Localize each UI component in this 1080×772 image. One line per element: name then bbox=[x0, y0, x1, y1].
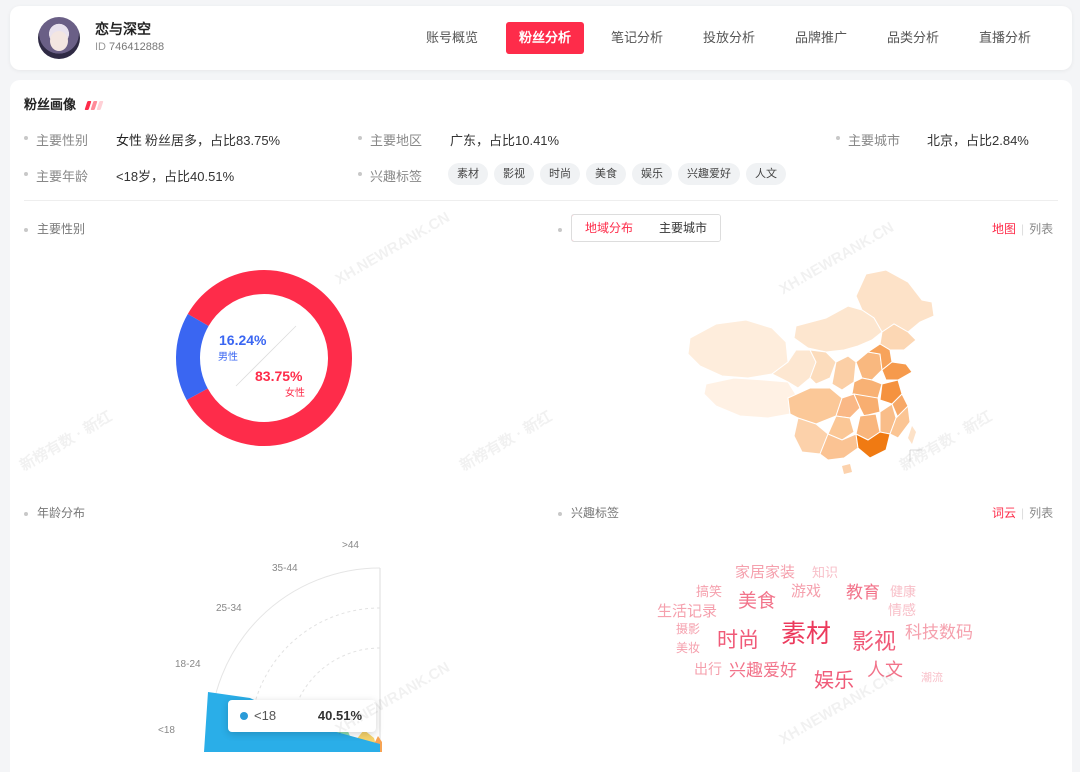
male-label: 男性 bbox=[218, 352, 238, 363]
age-tick-18-24: 18-24 bbox=[175, 659, 201, 670]
cloud-word[interactable]: 科技数码 bbox=[905, 618, 973, 643]
cloud-word[interactable]: 健康 bbox=[890, 581, 916, 600]
age-tick-25-34: 25-34 bbox=[216, 603, 242, 614]
cloud-word[interactable]: 兴趣爱好 bbox=[729, 656, 797, 681]
main-city-value: 北京，占比2.84% bbox=[927, 133, 1029, 148]
tab-region-distribution[interactable]: 地域分布 bbox=[572, 215, 648, 241]
interest-tag: 素材 bbox=[448, 163, 488, 185]
interest-tag-list: 素材 影视 时尚 美食 娱乐 兴趣爱好 人文 bbox=[448, 163, 786, 185]
tooltip-label: <18 bbox=[254, 708, 277, 723]
interest-tag: 兴趣爱好 bbox=[678, 163, 740, 185]
age-tick-lt18: <18 bbox=[158, 725, 175, 736]
cloud-word[interactable]: 摄影 bbox=[676, 620, 700, 637]
cloud-word[interactable]: 人文 bbox=[867, 656, 903, 682]
age-tooltip: <18 40.51% bbox=[228, 700, 376, 732]
interest-list-view-button[interactable]: 列表 bbox=[1029, 506, 1053, 520]
age-panel-label: 年龄分布 bbox=[24, 504, 85, 521]
cloud-word[interactable]: 游戏 bbox=[791, 580, 821, 601]
summary-main-region: 主要地区 广东，占比10.41% bbox=[358, 130, 678, 150]
main-region-value: 广东，占比10.41% bbox=[450, 133, 560, 148]
tab-main-city[interactable]: 主要城市 bbox=[646, 215, 721, 241]
section-title: 粉丝画像 bbox=[24, 94, 104, 113]
cloud-word[interactable]: 教育 bbox=[846, 578, 880, 603]
wordcloud-view-button[interactable]: 词云 bbox=[992, 506, 1016, 520]
tab-live-analysis[interactable]: 直播分析 bbox=[968, 22, 1042, 54]
region-panel-dot bbox=[558, 222, 571, 236]
title-decoration-icon bbox=[84, 98, 104, 113]
cloud-word[interactable]: 家居家装 bbox=[735, 561, 795, 582]
summary-interest: 兴趣标签 bbox=[358, 166, 448, 186]
cloud-word[interactable]: 知识 bbox=[812, 562, 838, 581]
tab-account-overview[interactable]: 账号概览 bbox=[415, 22, 489, 54]
gender-donut-divider bbox=[235, 325, 297, 387]
interest-view-toggle: 词云 | 列表 bbox=[992, 506, 1054, 520]
account-header: 恋与深空 ID 746412888 账号概览 粉丝分析 笔记分析 投放分析 品牌推… bbox=[10, 6, 1072, 70]
age-tick-35-44: 35-44 bbox=[272, 563, 298, 574]
cloud-word[interactable]: 潮流 bbox=[921, 669, 943, 685]
interest-tag: 影视 bbox=[494, 163, 534, 185]
interest-tag: 美食 bbox=[586, 163, 626, 185]
cloud-word[interactable]: 情感 bbox=[888, 600, 916, 620]
tab-category-analysis[interactable]: 品类分析 bbox=[876, 22, 950, 54]
tab-ads-analysis[interactable]: 投放分析 bbox=[692, 22, 766, 54]
tab-notes-analysis[interactable]: 笔记分析 bbox=[600, 22, 674, 54]
cloud-word[interactable]: 出行 bbox=[694, 659, 722, 679]
main-gender-value: 女性 bbox=[116, 133, 143, 148]
cloud-word[interactable]: 时尚 bbox=[717, 624, 759, 654]
age-tick-gt44: >44 bbox=[342, 540, 359, 551]
female-pct-label: 83.75% bbox=[255, 368, 303, 384]
summary-main-city: 主要城市 北京，占比2.84% bbox=[836, 130, 1066, 150]
tab-brand-promotion[interactable]: 品牌推广 bbox=[784, 22, 858, 54]
interest-panel-label: 兴趣标签 bbox=[558, 504, 619, 521]
interest-tag: 娱乐 bbox=[632, 163, 672, 185]
gender-panel-label: 主要性别 bbox=[24, 220, 85, 237]
female-label: 女性 bbox=[285, 388, 305, 399]
cloud-word[interactable]: 美妆 bbox=[676, 639, 700, 656]
cloud-word[interactable]: 素材 bbox=[781, 614, 831, 650]
analysis-nav: 账号概览 粉丝分析 笔记分析 投放分析 品牌推广 品类分析 直播分析 bbox=[10, 22, 1072, 54]
main-gender-note: 粉丝居多，占比83.75% bbox=[145, 133, 281, 148]
summary-main-gender: 主要性别 女性 粉丝居多，占比83.75% bbox=[24, 130, 344, 150]
summary-main-age: 主要年龄 <18岁，占比40.51% bbox=[24, 166, 344, 186]
fans-analysis-panel: 粉丝画像 主要性别 女性 粉丝居多，占比83.75% 主要地区 广东，占比10.4… bbox=[10, 80, 1072, 772]
cloud-word[interactable]: 影视 bbox=[852, 624, 896, 656]
region-view-segmented: 地域分布 主要城市 bbox=[571, 214, 722, 242]
tab-fans-analysis[interactable]: 粉丝分析 bbox=[506, 22, 584, 54]
cloud-word[interactable]: 美食 bbox=[738, 586, 776, 613]
region-view-toggle: 地图 | 列表 bbox=[992, 222, 1054, 236]
male-pct-label: 16.24% bbox=[219, 332, 267, 348]
tooltip-value: 40.51% bbox=[317, 708, 362, 723]
map-view-button[interactable]: 地图 bbox=[992, 222, 1016, 236]
list-view-button[interactable]: 列表 bbox=[1029, 222, 1053, 236]
watermark: 新榜有数 · 新红 bbox=[17, 408, 116, 475]
cloud-word[interactable]: 生活记录 bbox=[657, 600, 717, 621]
main-age-value: <18岁，占比40.51% bbox=[116, 169, 235, 184]
cloud-word[interactable]: 搞笑 bbox=[696, 581, 722, 600]
watermark: 新榜有数 · 新红 bbox=[457, 408, 556, 475]
cloud-word[interactable]: 娱乐 bbox=[814, 664, 854, 693]
tooltip-series-dot bbox=[240, 712, 248, 720]
interest-tag: 人文 bbox=[746, 163, 786, 185]
interest-tag: 时尚 bbox=[540, 163, 580, 185]
china-map bbox=[687, 269, 935, 474]
divider bbox=[24, 200, 1058, 201]
